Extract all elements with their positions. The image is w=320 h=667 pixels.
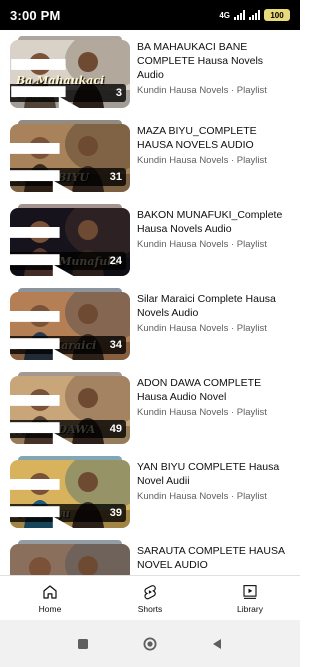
playlist-item[interactable]: Ba Mahaukaci Bane3BA MAHAUKACI BANE COMP… (0, 30, 300, 114)
nav-library[interactable]: Library (210, 583, 290, 614)
playlist-icon (10, 143, 74, 192)
video-count: 31 (109, 171, 122, 183)
playlist-icon (10, 227, 74, 276)
playlist-info[interactable]: SARAUTA COMPLETE HAUSA NOVEL AUDIOKundin… (137, 544, 292, 575)
playlist-thumbnail[interactable]: Silar Maraici34 (10, 292, 130, 360)
playlist-info[interactable]: YAN BIYU COMPLETE Hausa Novel Audii Kundi… (137, 460, 292, 503)
playlist-thumbnail[interactable] (10, 544, 130, 575)
playlist-info[interactable]: Silar Maraici Complete Hausa Novels Audi… (137, 292, 292, 335)
nav-shorts-label: Shorts (137, 603, 163, 614)
nav-home[interactable]: Home (10, 583, 90, 614)
playlist-meta: Kundin Hausa Novels · Playlist (137, 239, 267, 250)
playlist-icon (10, 479, 74, 528)
video-count-badge: 24 (10, 227, 126, 276)
video-count-badge: 49 (10, 395, 126, 444)
shorts-icon (144, 584, 156, 599)
playlist-meta: Kundin Hausa Novels · Playlist (137, 407, 267, 418)
playlist-icon (11, 59, 80, 108)
nav-shorts[interactable]: Shorts (110, 583, 190, 614)
nav-library-label: Library (237, 603, 263, 614)
playlist-item[interactable]: Yan Biyu39YAN BIYU COMPLETE Hausa Novel … (0, 450, 300, 534)
playlist-title: YAN BIYU COMPLETE Hausa Novel Audii (137, 461, 280, 487)
video-count: 3 (115, 87, 122, 99)
signal-icon-2 (249, 10, 260, 20)
thumbnail-art (10, 544, 130, 575)
playlist-info[interactable]: MAZA BIYU_COMPLETE HAUSA NOVELS AUDIO Kun… (137, 124, 292, 167)
status-time: 3:00 PM (10, 7, 61, 23)
video-count-badge: 3 (10, 59, 126, 108)
playlist-list[interactable]: Ba Mahaukaci Bane3BA MAHAUKACI BANE COMP… (0, 30, 300, 575)
status-bar: 3:00 PM 4G 100 (0, 0, 300, 30)
playlist-title: BA MAHAUKACI BANE COMPLETE Hausa Novels … (137, 41, 264, 81)
playlist-info[interactable]: BA MAHAUKACI BANE COMPLETE Hausa Novels … (137, 40, 292, 97)
playlist-thumbnail[interactable]: Bakon Munafuki24 (10, 208, 130, 276)
playlist-item[interactable]: SARAUTA COMPLETE HAUSA NOVEL AUDIOKundin… (0, 534, 300, 575)
playlist-item[interactable]: ADON DAWA49ADON DAWA COMPLETE Hausa Audi… (0, 366, 300, 450)
playlist-meta: Kundin Hausa Novels · Playlist (137, 85, 267, 96)
video-count-badge: 34 (10, 311, 126, 360)
bottom-nav: Home Shorts Library (0, 575, 300, 620)
playlist-item[interactable]: MAZA BIYU31MAZA BIYU_COMPLETE HAUSA NOVE… (0, 114, 300, 198)
video-count: 49 (109, 423, 122, 435)
back-icon[interactable] (210, 637, 224, 651)
battery-level: 100 (270, 10, 284, 20)
nav-home-label: Home (38, 603, 62, 614)
playlist-title: ADON DAWA COMPLETE Hausa Audio Novel (137, 377, 262, 403)
video-count-badge: 39 (10, 479, 126, 528)
recents-icon[interactable] (76, 637, 90, 651)
playlist-title: Silar Maraici Complete Hausa Novels Audi… (137, 293, 276, 319)
playlist-info[interactable]: ADON DAWA COMPLETE Hausa Audio Novel Kund… (137, 376, 292, 419)
playlist-title: MAZA BIYU_COMPLETE HAUSA NOVELS AUDIO (137, 125, 257, 151)
playlist-title: SARAUTA COMPLETE HAUSA NOVEL AUDIO (137, 545, 285, 571)
playlist-title: BAKON MUNAFUKI_Complete Hausa Novels Aud… (137, 209, 283, 235)
signal-icon (234, 10, 245, 20)
playlist-icon (10, 311, 74, 360)
video-count: 34 (109, 339, 122, 351)
library-icon (243, 584, 257, 599)
playlist-item[interactable]: Silar Maraici34 Silar Maraici Complete Ha… (0, 282, 300, 366)
playlist-item[interactable]: Bakon Munafuki24 BAKON MUNAFUKI_Complete … (0, 198, 300, 282)
playlist-meta: Kundin Hausa Novels · Playlist (137, 323, 267, 334)
playlist-info[interactable]: BAKON MUNAFUKI_Complete Hausa Novels Aud… (137, 208, 292, 251)
home-button-icon[interactable] (143, 637, 157, 651)
playlist-icon (10, 395, 74, 444)
android-nav-bar (0, 620, 300, 667)
playlist-thumbnail[interactable]: MAZA BIYU31 (10, 124, 130, 192)
status-icons: 4G 100 (219, 9, 290, 21)
home-icon (43, 584, 57, 599)
playlist-thumbnail[interactable]: Yan Biyu39 (10, 460, 130, 528)
playlist-meta: Kundin Hausa Novels · Playlist (137, 491, 267, 502)
battery-icon: 100 (264, 9, 290, 21)
network-type: 4G (219, 10, 230, 20)
playlist-thumbnail[interactable]: ADON DAWA49 (10, 376, 130, 444)
video-count: 39 (109, 507, 122, 519)
playlist-meta: Kundin Hausa Novels · Playlist (137, 155, 267, 166)
video-count: 24 (109, 255, 122, 267)
video-count-badge: 31 (10, 143, 126, 192)
playlist-thumbnail[interactable]: Ba Mahaukaci Bane3 (10, 40, 130, 108)
